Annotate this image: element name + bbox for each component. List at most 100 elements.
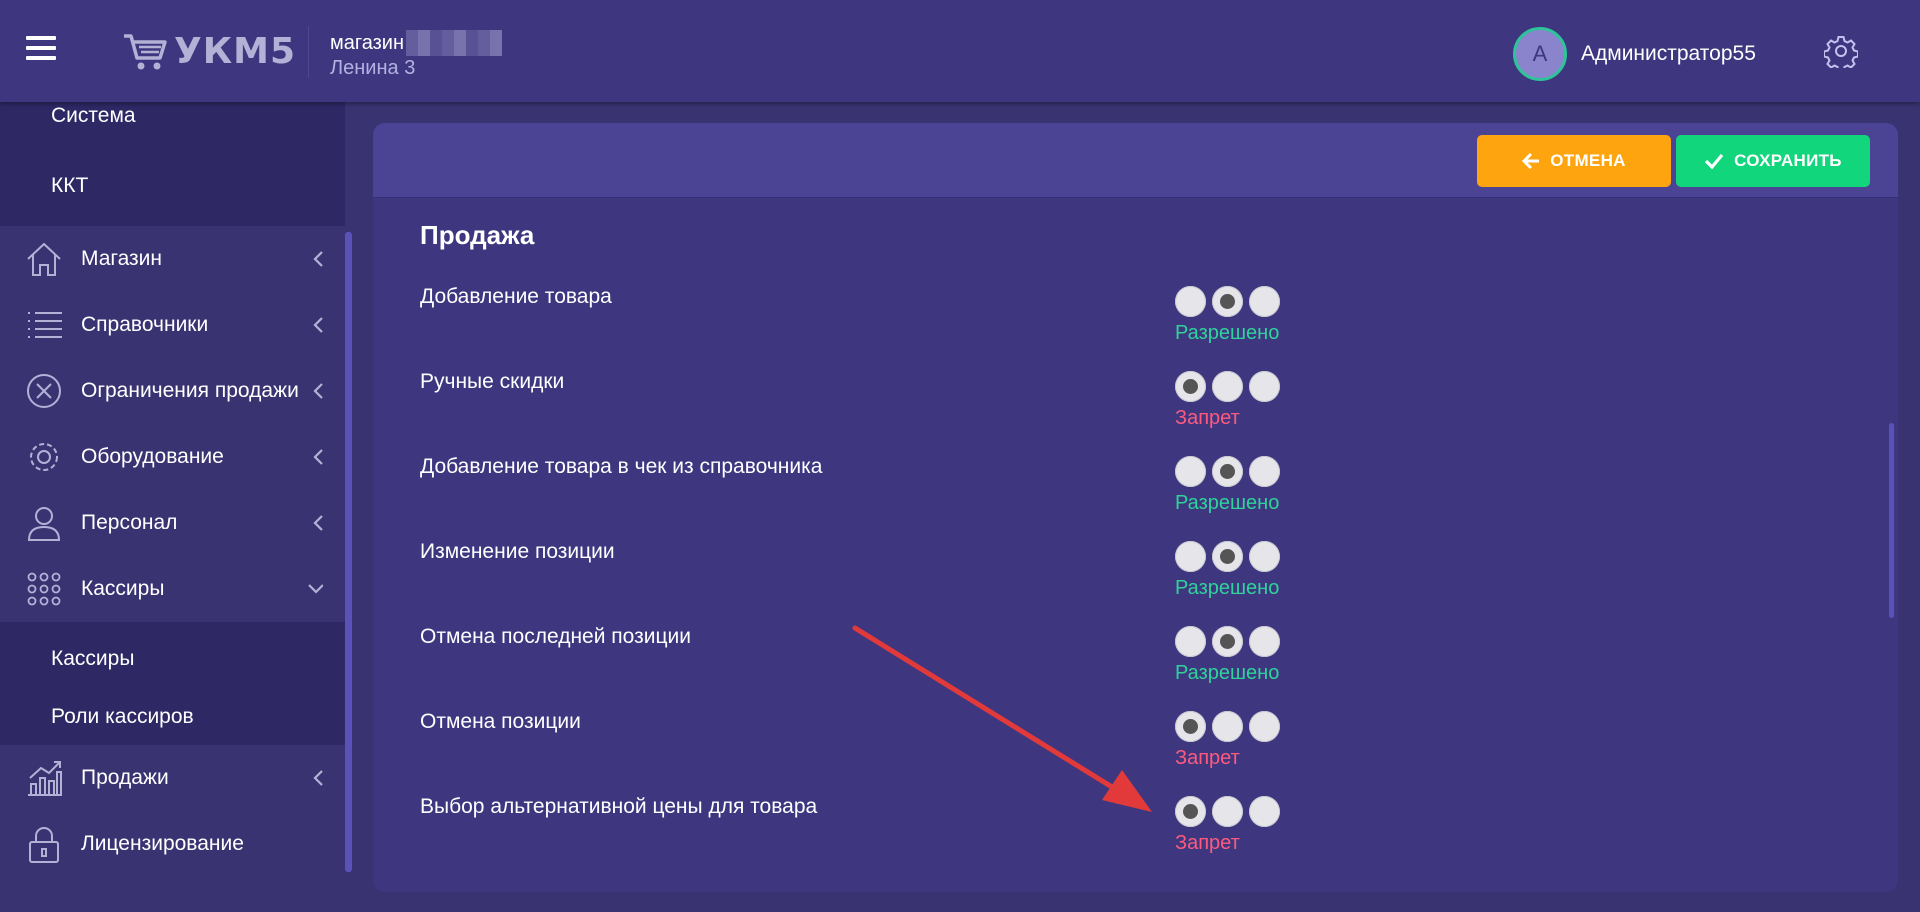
chevron-left-icon: [313, 449, 323, 465]
save-button[interactable]: СОХРАНИТЬ: [1676, 135, 1870, 187]
permission-radio-2[interactable]: [1212, 371, 1243, 402]
setting-row: Отмена последней позиции Разрешено: [420, 625, 1820, 705]
gear-icon: [30, 443, 58, 471]
lock-icon: [29, 827, 59, 863]
permission-radio-group: [1175, 541, 1286, 572]
permission-radio-3[interactable]: [1249, 626, 1280, 657]
permission-radio-2[interactable]: [1212, 456, 1243, 487]
permission-radio-3[interactable]: [1249, 456, 1280, 487]
sidebar-item-label: Персонал: [81, 511, 178, 534]
sidebar-item-label: Лицензирование: [81, 832, 244, 855]
permission-radio-1[interactable]: [1175, 541, 1206, 572]
arrow-left-icon: [1522, 152, 1540, 170]
setting-label: Выбор альтернативной цены для товара: [420, 795, 818, 818]
app-header: УКМ5 магазин Ленина 3 А Администратор55: [0, 0, 1920, 102]
chevron-left-icon: [313, 317, 323, 333]
permission-status: Разрешено: [1175, 577, 1280, 599]
store-selector[interactable]: магазин Ленина 3: [330, 30, 503, 80]
permission-radio-1[interactable]: [1175, 626, 1206, 657]
permission-radio-3[interactable]: [1249, 286, 1280, 317]
store-name: магазин: [330, 32, 405, 54]
setting-label: Изменение позиции: [420, 540, 615, 563]
permission-radio-1[interactable]: [1175, 286, 1206, 317]
chevron-down-icon: [308, 584, 323, 594]
permission-radio-2[interactable]: [1212, 541, 1243, 572]
sidebar-item-label: Справочники: [81, 313, 209, 336]
permission-radio-group: [1175, 796, 1286, 827]
permission-radio-3[interactable]: [1249, 796, 1280, 827]
sidebar-item-label: Ограничения продажи: [81, 379, 299, 402]
permission-radio-1[interactable]: [1175, 371, 1206, 402]
permission-radio-group: [1175, 371, 1286, 402]
setting-label: Отмена позиции: [420, 710, 581, 733]
user-menu[interactable]: А Администратор55: [1513, 27, 1756, 81]
permission-status: Запрет: [1175, 747, 1240, 769]
sidebar-item-licensing[interactable]: Лицензирование: [0, 811, 345, 877]
chevron-left-icon: [313, 770, 323, 786]
setting-row: Отмена позиции Запрет: [420, 710, 1820, 790]
section-title: Продажа: [420, 220, 535, 250]
chevron-left-icon: [313, 515, 323, 531]
sidebar-item-directories[interactable]: Справочники: [0, 292, 345, 358]
sidebar-subitem-system[interactable]: Система: [0, 102, 345, 157]
sidebar-subitem-cashiers[interactable]: Кассиры: [0, 628, 345, 689]
chevron-left-icon: [313, 251, 323, 267]
cart-icon: [124, 34, 167, 70]
panel-scrollbar[interactable]: [1889, 423, 1894, 618]
permission-status: Разрешено: [1175, 322, 1280, 344]
settings-panel: ОТМЕНА СОХРАНИТЬ Продажа Добавление това…: [373, 123, 1898, 892]
store-address: Ленина 3: [330, 57, 416, 79]
permission-radio-2[interactable]: [1212, 626, 1243, 657]
setting-row: Ручные скидки Запрет: [420, 370, 1820, 450]
sidebar-item-label: Магазин: [81, 247, 163, 270]
check-icon: [1705, 153, 1724, 170]
permission-status: Разрешено: [1175, 492, 1280, 514]
sidebar-item-label: Продажи: [81, 766, 169, 789]
sidebar-item-store[interactable]: Магазин: [0, 226, 345, 292]
sidebar-item-cashiers[interactable]: Кассиры: [0, 556, 345, 622]
setting-label: Отмена последней позиции: [420, 625, 691, 648]
permission-radio-group: [1175, 456, 1286, 487]
settings-gear-icon[interactable]: [1824, 34, 1858, 68]
permission-radio-2[interactable]: [1212, 796, 1243, 827]
sidebar-item-label: Оборудование: [81, 445, 224, 468]
permission-status: Запрет: [1175, 407, 1240, 429]
menu-icon[interactable]: [26, 36, 56, 64]
permission-status: Разрешено: [1175, 662, 1280, 684]
username: Администратор55: [1581, 42, 1756, 65]
permission-radio-1[interactable]: [1175, 796, 1206, 827]
sidebar-subitem-kkt[interactable]: ККТ: [0, 157, 345, 226]
avatar: А: [1513, 27, 1567, 81]
permission-radio-3[interactable]: [1249, 711, 1280, 742]
panel-toolbar: ОТМЕНА СОХРАНИТЬ: [373, 123, 1898, 198]
sidebar-top-submenu: Система ККТ: [0, 102, 345, 226]
permission-radio-2[interactable]: [1212, 711, 1243, 742]
permission-radio-1[interactable]: [1175, 711, 1206, 742]
chevron-left-icon: [313, 383, 323, 399]
header-divider: [308, 26, 309, 78]
sidebar-subitem-cashier-roles[interactable]: Роли кассиров: [0, 689, 345, 745]
sidebar: Система ККТ Магазин Справочники Ограниче…: [0, 102, 345, 912]
setting-row: Изменение позиции Разрешено: [420, 540, 1820, 620]
cancel-button[interactable]: ОТМЕНА: [1477, 135, 1671, 187]
setting-label: Ручные скидки: [420, 370, 565, 393]
permission-radio-2[interactable]: [1212, 286, 1243, 317]
redacted-store-text: [406, 30, 503, 56]
setting-label: Добавление товара в чек из справочника: [420, 455, 823, 478]
setting-label: Добавление товара: [420, 285, 612, 308]
chart-icon: [28, 761, 62, 796]
permission-radio-3[interactable]: [1249, 541, 1280, 572]
sidebar-scrollbar[interactable]: [345, 232, 352, 872]
permission-status: Запрет: [1175, 832, 1240, 854]
sidebar-item-equipment[interactable]: Оборудование: [0, 424, 345, 490]
setting-row: Добавление товара в чек из справочника Ра…: [420, 455, 1820, 535]
sidebar-item-sales[interactable]: Продажи: [0, 745, 345, 811]
setting-row: Выбор альтернативной цены для товара Запр…: [420, 795, 1820, 875]
sidebar-item-sale-restrictions[interactable]: Ограничения продажи: [0, 358, 345, 424]
logo[interactable]: УКМ5: [122, 30, 296, 72]
sidebar-item-staff[interactable]: Персонал: [0, 490, 345, 556]
person-icon: [27, 507, 61, 541]
home-icon: [27, 242, 61, 276]
permission-radio-3[interactable]: [1249, 371, 1280, 402]
permission-radio-1[interactable]: [1175, 456, 1206, 487]
